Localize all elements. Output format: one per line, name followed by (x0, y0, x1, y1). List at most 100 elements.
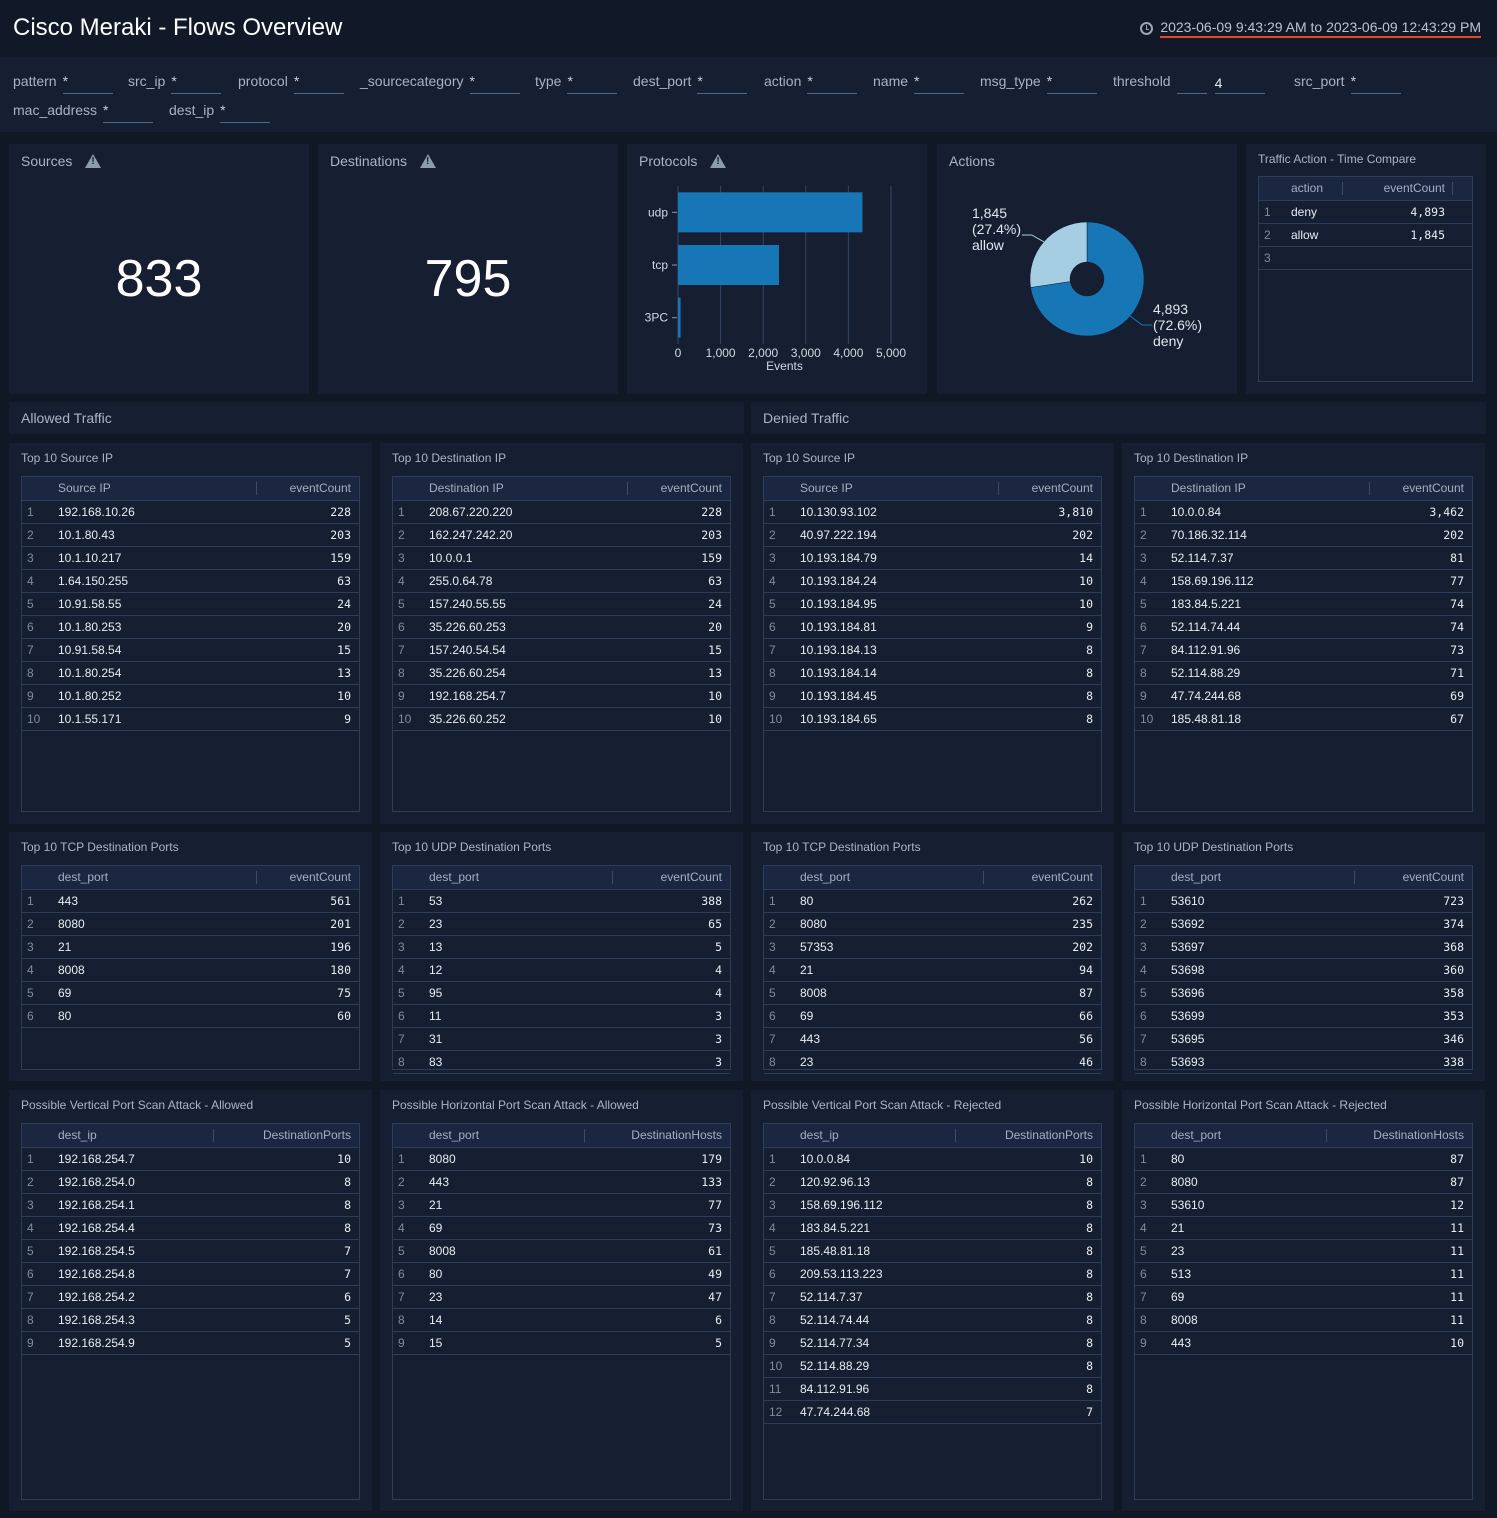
cell-value: 6 (344, 1289, 351, 1304)
column-header[interactable]: eventCount (984, 866, 1101, 889)
index-header (1259, 177, 1283, 200)
filter-pattern-input[interactable]: * (62, 72, 113, 94)
row-index: 7 (398, 1289, 405, 1304)
filter-action-input[interactable]: * (807, 72, 858, 94)
filter-msg-type-input[interactable]: * (1046, 72, 1097, 94)
filter-dest-port-input[interactable]: * (697, 72, 748, 94)
table-row: 7 52.114.7.37 8 (764, 1285, 1101, 1308)
filter-src-port-input[interactable]: * (1350, 72, 1401, 94)
table-row: 3 10.193.184.79 14 (764, 546, 1101, 569)
time-range-picker[interactable]: 2023-06-09 9:43:29 AM to 2023-06-09 12:4… (1140, 19, 1481, 38)
column-header[interactable]: dest_port (792, 866, 984, 889)
traffic-compare-title: Traffic Action - Time Compare (1258, 152, 1417, 166)
bar-3PC (678, 297, 681, 338)
cell-key: 120.92.96.13 (800, 1174, 871, 1189)
table-row: 6 209.53.113.223 8 (764, 1262, 1101, 1285)
table-row: 4 69 73 (393, 1216, 730, 1239)
table-row: 6 11 3 (393, 1004, 730, 1027)
cell-value: 71 (1450, 665, 1464, 680)
table-row: 1 192.168.254.7 10 (22, 1147, 359, 1170)
cell-key: 8008 (429, 1243, 456, 1258)
index-header (393, 866, 421, 889)
row-index: 2 (769, 527, 776, 542)
column-header[interactable]: dest_ip (50, 1124, 214, 1147)
index-header (393, 1124, 421, 1147)
cell-key: 23 (1171, 1243, 1185, 1258)
filter-dest-ip-input[interactable]: * (220, 101, 271, 123)
cell-key: 10.193.184.95 (800, 596, 877, 611)
row-index: 1 (1140, 1151, 1147, 1166)
index-header (764, 477, 792, 500)
row-index: 11 (769, 1381, 782, 1396)
cell-value: 180 (330, 962, 351, 977)
table-row: 1 10.0.0.84 10 (764, 1147, 1101, 1170)
column-header[interactable]: Source IP (792, 477, 999, 500)
table-header: Source IP eventCount (22, 477, 359, 500)
data-table: Destination IP eventCount 1 208.67.220.2… (392, 476, 731, 812)
table-header: dest_port eventCount (1135, 866, 1472, 889)
time-range-value[interactable]: 2023-06-09 9:43:29 AM to 2023-06-09 12:4… (1160, 19, 1481, 38)
filter-threshold-value-input[interactable]: 4 (1214, 72, 1265, 94)
column-header[interactable]: eventCount (999, 477, 1101, 500)
column-header[interactable]: dest_port (421, 866, 613, 889)
cell-key: 10.0.0.1 (429, 550, 473, 565)
row-index: 6 (1140, 619, 1147, 634)
table-row: 7 31 3 (393, 1027, 730, 1050)
column-header[interactable]: action (1283, 177, 1343, 200)
row-index: 7 (1140, 1031, 1147, 1046)
table-row: 7 23 47 (393, 1285, 730, 1308)
cell-value: 723 (1443, 893, 1464, 908)
column-header[interactable]: DestinationPorts (214, 1124, 359, 1147)
cell-key: 192.168.254.8 (58, 1266, 135, 1281)
table-row: 8 52.114.74.44 8 (764, 1308, 1101, 1331)
column-header[interactable]: DestinationPorts (956, 1124, 1101, 1147)
table-row: 9 52.114.77.34 8 (764, 1331, 1101, 1354)
cell-value: 13 (337, 665, 351, 680)
cell-value: 15 (708, 642, 722, 657)
filter-sourcecategory-input[interactable]: * (469, 72, 520, 94)
panel-title: Top 10 Destination IP (1134, 451, 1249, 465)
table-row: 6 10.1.80.253 20 (22, 615, 359, 638)
filter-mac-address-input[interactable]: * (103, 101, 154, 123)
table-row: 5 185.48.81.18 8 (764, 1239, 1101, 1262)
column-header[interactable]: eventCount (613, 866, 730, 889)
column-header[interactable]: dest_port (1163, 1124, 1327, 1147)
table-row: 4 192.168.254.4 8 (22, 1216, 359, 1239)
cell-value: 74 (1450, 619, 1464, 634)
cell-value: 228 (701, 504, 722, 519)
filter-type-input[interactable]: * (567, 72, 618, 94)
column-header[interactable]: dest_port (421, 1124, 585, 1147)
filter-name-input[interactable]: * (914, 72, 965, 94)
filter-threshold-input[interactable] (1176, 72, 1207, 94)
column-header[interactable]: Source IP (50, 477, 257, 500)
warning-icon[interactable] (420, 154, 437, 168)
table-row: 7 53695 346 (1135, 1027, 1472, 1050)
table-row: 5 53696 358 (1135, 981, 1472, 1004)
filter-src-ip-input[interactable]: * (171, 72, 222, 94)
cell-key: 209.53.113.223 (800, 1266, 883, 1281)
allowed-dst-panel: Top 10 Destination IP Destination IP eve… (380, 443, 743, 824)
column-header[interactable]: eventCount (1355, 866, 1472, 889)
warning-icon[interactable] (85, 154, 102, 168)
column-header[interactable]: Destination IP (421, 477, 628, 500)
column-header[interactable]: dest_port (1163, 866, 1355, 889)
row-index: 2 (398, 527, 405, 542)
table-row: 4 8008 180 (22, 958, 359, 981)
column-header[interactable]: eventCount (1370, 477, 1472, 500)
cell-action: allow (1291, 227, 1319, 242)
column-header[interactable]: Destination IP (1163, 477, 1370, 500)
index-header (1135, 477, 1163, 500)
column-header[interactable]: eventCount (257, 477, 359, 500)
column-header[interactable]: dest_port (50, 866, 257, 889)
column-header[interactable]: dest_ip (792, 1124, 956, 1147)
column-header[interactable]: DestinationHosts (1327, 1124, 1472, 1147)
table-row: 4 53698 360 (1135, 958, 1472, 981)
cell-key: 10.91.58.54 (58, 642, 122, 657)
column-header[interactable]: DestinationHosts (585, 1124, 730, 1147)
filter-protocol-input[interactable]: * (293, 72, 344, 94)
cell-key: 185.48.81.18 (1171, 711, 1242, 726)
column-header[interactable]: eventCount (257, 866, 359, 889)
column-header[interactable]: eventCount (628, 477, 730, 500)
column-header[interactable]: eventCount (1343, 177, 1453, 200)
index-header (764, 866, 792, 889)
